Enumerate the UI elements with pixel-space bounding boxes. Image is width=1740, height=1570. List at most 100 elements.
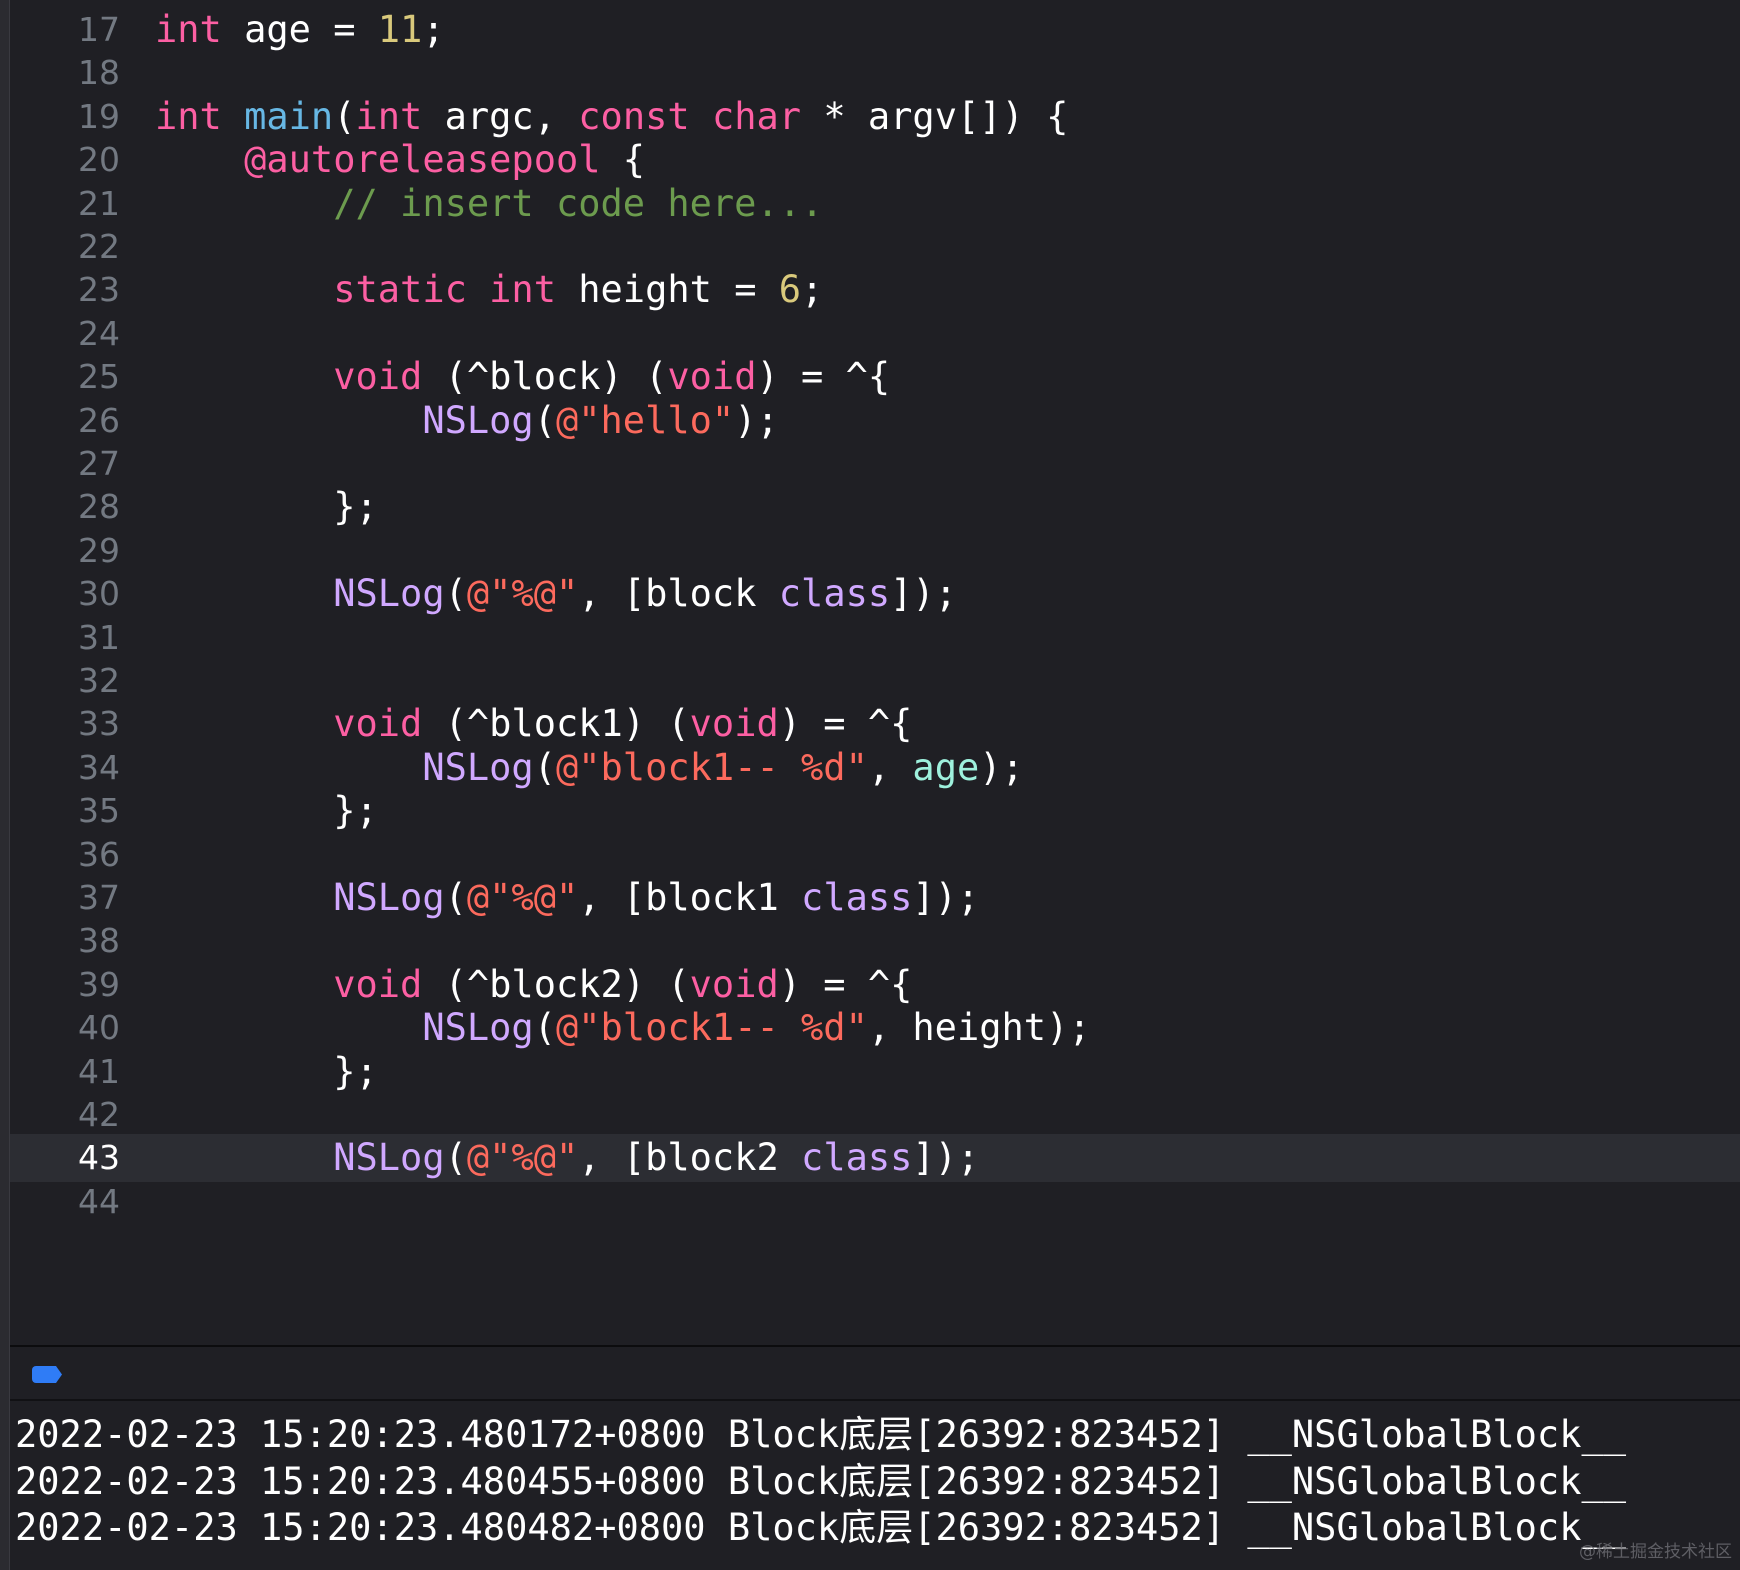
code-token: @"block1-- %d" [555,1006,868,1050]
code-token: NSLog [422,745,534,789]
code-line[interactable]: 27 [10,440,1740,488]
code-line[interactable]: 23 static int height = 6; [10,266,1740,314]
code-token: void [333,355,423,399]
code-text: }; [155,1048,378,1096]
code-line[interactable]: 40 NSLog(@"block1-- %d", height); [10,1004,1740,1052]
code-token: void [333,702,423,746]
code-text: // insert code here... [155,180,823,228]
code-token: , [867,745,913,789]
code-token: void [689,962,779,1006]
code-line[interactable]: 36 [10,831,1740,879]
code-line[interactable]: 19 int main(int argc, const char * argv[]… [10,93,1740,141]
code-token: (^block) ( [422,355,668,399]
code-editor[interactable]: 17 int age = 11; 18 19 int main(int argc, co… [10,0,1740,1345]
code-token: class [801,1136,913,1180]
code-token: @"hello" [555,398,735,442]
code-token: }; [155,485,378,529]
breakpoint-toggle-icon[interactable] [32,1366,62,1383]
code-line[interactable]: 31 [10,614,1740,662]
line-number: 17 [78,10,120,49]
code-token: char [711,94,802,138]
code-token: , [block [578,572,779,616]
code-line[interactable]: 21 // insert code here... [10,180,1740,228]
code-text: }; [155,787,378,835]
line-number: 18 [78,53,120,93]
line-number: 33 [78,704,120,744]
code-line[interactable]: 35 }; [10,787,1740,835]
code-line[interactable]: 41 }; [10,1048,1740,1096]
code-line[interactable]: 32 [10,657,1740,705]
code-line[interactable]: 42 [10,1091,1740,1139]
code-token: class [801,876,913,919]
code-line[interactable]: 38 [10,917,1740,965]
code-line[interactable]: 20 @autoreleasepool { [10,136,1740,184]
code-token: ( [533,1006,556,1050]
code-token: static [333,268,467,312]
code-token: }; [155,1049,378,1093]
code-line[interactable]: 34 NSLog(@"block1-- %d", age); [10,744,1740,792]
code-line[interactable]: 43 NSLog(@"%@", [block2 class]); [10,1134,1740,1183]
code-line[interactable]: 33 void (^block1) (void) = ^{ [10,700,1740,748]
code-token: { [600,138,646,182]
console-output-line: 2022-02-23 15:20:23.480172+0800 Block底层[… [15,1413,1627,1456]
code-token: NSLog [333,1136,445,1180]
line-number: 31 [78,617,120,657]
code-token: main [244,94,334,138]
line-number: 37 [78,878,120,917]
debug-console[interactable]: 2022-02-23 15:20:23.480172+0800 Block底层[… [10,1401,1740,1570]
code-line[interactable]: 25 void (^block) (void) = ^{ [10,353,1740,401]
code-token: int [155,94,222,138]
line-number: 43 [78,1138,120,1178]
line-number: 44 [78,1181,120,1221]
code-token: NSLog [333,572,445,616]
code-token: }; [155,789,378,833]
code-text: NSLog(@"hello"); [155,397,778,445]
code-line[interactable]: 18 [10,49,1740,97]
code-line[interactable]: 39 void (^block2) (void) = ^{ [10,961,1740,1009]
code-token: 6 [778,268,802,312]
code-token: @"%@" [466,572,579,616]
code-line[interactable]: 17 int age = 11; [10,6,1740,54]
code-token: ); [979,745,1024,789]
code-token: ) = ^{ [778,962,913,1006]
code-line[interactable]: 30 NSLog(@"%@", [block class]); [10,570,1740,618]
code-line[interactable]: 28 }; [10,483,1740,531]
line-number: 28 [78,487,120,527]
code-text: NSLog(@"block1-- %d", age); [155,744,1024,792]
line-number: 34 [78,747,120,787]
code-line[interactable]: 37 NSLog(@"%@", [block1 class]); [10,874,1740,922]
code-line[interactable]: 26 NSLog(@"hello"); [10,397,1740,445]
code-token: age = [221,8,378,51]
line-number: 42 [78,1095,120,1134]
code-line[interactable]: 44 [10,1178,1740,1226]
code-token: int [355,94,423,138]
code-token: @"%@" [466,1136,579,1180]
code-text: NSLog(@"%@", [block2 class]); [155,1134,979,1182]
code-token: ( [444,572,467,616]
console-output-line: 2022-02-23 15:20:23.480455+0800 Block底层[… [15,1459,1627,1503]
code-line[interactable]: 29 [10,527,1740,575]
code-token: @"block1-- %d" [555,745,868,789]
code-token: void [689,702,779,746]
code-line[interactable]: 24 [10,310,1740,358]
line-number: 40 [78,1008,120,1048]
code-token: , height); [867,1006,1091,1050]
code-line[interactable]: 22 [10,223,1740,271]
line-number: 41 [78,1051,120,1091]
line-number: 23 [78,270,120,310]
code-token: height = [555,268,779,312]
code-token: // insert code here... [333,181,824,225]
line-number: 21 [78,183,120,223]
line-number: 36 [78,834,120,874]
line-number: 35 [78,791,120,831]
code-token: const [578,94,690,138]
line-number: 30 [78,574,120,614]
